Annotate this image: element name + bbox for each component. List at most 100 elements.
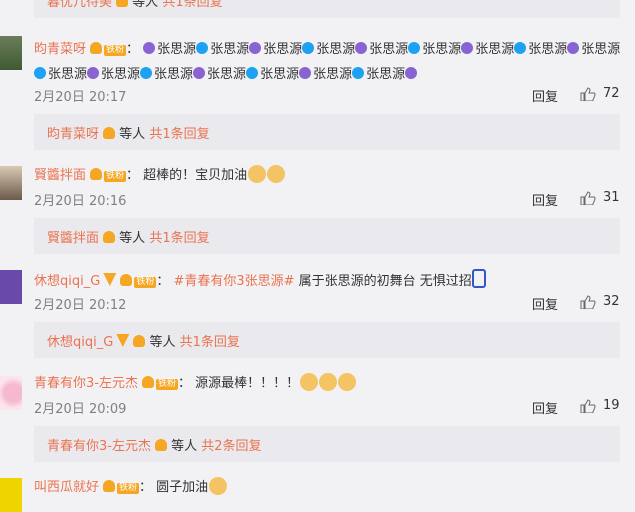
comment-token: 张思源: [422, 42, 462, 57]
purple-circle-icon: [143, 42, 156, 54]
thumbs-up-icon[interactable]: [580, 87, 596, 101]
comment-token: 张思源: [581, 42, 621, 57]
comment-content: 昀青菜呀 铁粉： 张思源 张思源 张思源 张思源 张思源 张思源 张思源 张思源 张思源张思源 张思…: [34, 42, 621, 82]
comment-user[interactable]: 賢醬拌面: [34, 168, 86, 183]
comment-time: 2月20日 20:12: [34, 298, 127, 313]
comment-token: 张思源: [207, 67, 247, 82]
avatar[interactable]: [0, 270, 22, 304]
purple-circle-icon: [355, 42, 368, 54]
purple-circle-icon: [193, 67, 206, 79]
avatar[interactable]: [0, 166, 22, 200]
comment-token: 张思源: [260, 67, 300, 82]
comment-token: 张思源: [316, 42, 356, 57]
comment-token: 张思源: [48, 67, 88, 82]
like-count: 32: [603, 294, 620, 309]
sub-reply-count[interactable]: 共1条回复: [162, 0, 222, 10]
comment-token: 张思源: [475, 42, 515, 57]
thumbs-up-icon[interactable]: [580, 191, 596, 205]
blue-circle-icon: [34, 67, 46, 79]
sub-reply-box: 賢醬拌面 等人 共1条回复: [34, 218, 620, 254]
comment-token: 张思源: [210, 42, 250, 57]
comment-content: 叫西瓜就好 铁粉： 圆子加油: [34, 477, 228, 498]
sub-reply-user[interactable]: 青春有你3-左元杰: [47, 439, 151, 454]
like-count: 19: [603, 398, 620, 413]
fist-emoji-icon: [209, 477, 228, 495]
reply-button[interactable]: 回复: [532, 86, 558, 105]
comment-time: 2月20日 20:16: [34, 194, 127, 209]
blue-circle-icon: [514, 42, 527, 54]
thumbs-up-icon[interactable]: [580, 295, 596, 309]
cheering-emoji-icon: [338, 373, 357, 391]
avatar[interactable]: [0, 478, 22, 512]
sub-reply-user[interactable]: 暮优几待美: [47, 0, 112, 10]
crown-icon: [103, 127, 116, 139]
blue-circle-icon: [408, 42, 421, 54]
blue-circle-icon: [246, 67, 259, 79]
blue-circle-icon: [352, 67, 365, 79]
fist-emoji-icon: [267, 165, 286, 183]
sub-reply-user[interactable]: 休想qiqi_G: [47, 335, 113, 350]
comment-token: 张思源: [366, 67, 406, 82]
sub-reply-box: 青春有你3-左元杰 等人 共2条回复: [34, 426, 620, 462]
reply-button[interactable]: 回复: [532, 190, 558, 209]
fan-badge: 铁粉: [155, 379, 178, 390]
bracket-emoji-icon: [471, 269, 486, 288]
crown-icon: [133, 335, 146, 347]
comment-token: 张思源: [157, 42, 197, 57]
like-count: 72: [603, 86, 620, 101]
comment-user[interactable]: 休想qiqi_G: [34, 274, 100, 289]
cheering-emoji-icon: [319, 373, 338, 391]
blue-circle-icon: [302, 42, 315, 54]
comment-text: 圆子加油: [156, 480, 209, 495]
sub-reply-and: 等人: [119, 231, 146, 246]
fan-badge: 铁粉: [134, 277, 157, 288]
crown-icon: [141, 376, 154, 388]
purple-circle-icon: [405, 67, 418, 79]
reply-button[interactable]: 回复: [532, 398, 558, 417]
sub-reply-box: 昀青菜呀 等人 共1条回复: [34, 114, 620, 150]
sub-reply-box: 休想qiqi_G 等人 共1条回复: [34, 322, 620, 358]
crown-icon: [116, 0, 129, 7]
fist-emoji-icon: [248, 165, 267, 183]
purple-circle-icon: [249, 42, 262, 54]
comment-user[interactable]: 青春有你3-左元杰: [34, 376, 138, 391]
crown-icon: [90, 168, 103, 180]
sub-reply-user[interactable]: 昀青菜呀: [47, 127, 99, 142]
fan-badge: 铁粉: [117, 483, 140, 494]
comment-user[interactable]: 昀青菜呀: [34, 42, 86, 57]
sub-reply-count[interactable]: 共1条回复: [149, 127, 209, 142]
comment-token: 张思源: [101, 67, 141, 82]
comment-content: 休想qiqi_G 铁粉： #青春有你3张思源# 属于张思源的初舞台 无惧过招: [34, 269, 486, 292]
crown-icon: [154, 439, 167, 451]
comment-time: 2月20日 20:09: [34, 402, 127, 417]
avatar[interactable]: [0, 376, 22, 410]
like-count: 31: [603, 190, 620, 205]
sub-reply-count[interactable]: 共1条回复: [149, 231, 209, 246]
sub-reply-and: 等人: [119, 127, 146, 142]
crown-icon: [90, 42, 103, 54]
comment-token: 张思源: [528, 42, 568, 57]
avatar[interactable]: [0, 36, 22, 70]
thumbs-up-icon[interactable]: [580, 399, 596, 413]
comment-text: 超棒的！宝贝加油: [143, 168, 248, 183]
comment-content: 賢醬拌面 铁粉： 超棒的！宝贝加油: [34, 165, 286, 186]
comment-text: 源源最棒！！！！: [195, 376, 300, 391]
sub-reply-user[interactable]: 賢醬拌面: [47, 231, 99, 246]
comment-token: 张思源: [263, 42, 303, 57]
crown-icon: [120, 274, 133, 286]
comment-text: 属于张思源的初舞台 无惧过招: [294, 274, 472, 289]
comment-user[interactable]: 叫西瓜就好: [34, 480, 99, 495]
reply-button[interactable]: 回复: [532, 294, 558, 313]
comment-content: 青春有你3-左元杰 铁粉： 源源最棒！！！！: [34, 373, 357, 394]
purple-circle-icon: [299, 67, 312, 79]
comment-token: 张思源: [369, 42, 409, 57]
sub-reply-and: 等人: [171, 439, 198, 454]
hashtag-link[interactable]: #青春有你3张思源#: [173, 274, 294, 289]
cheering-emoji-icon: [300, 373, 319, 391]
purple-circle-icon: [567, 42, 580, 54]
purple-circle-icon: [87, 67, 100, 79]
sub-reply-count[interactable]: 共1条回复: [180, 335, 240, 350]
crown-icon: [103, 480, 116, 492]
sub-reply-count[interactable]: 共2条回复: [201, 439, 261, 454]
fan-badge: 铁粉: [104, 45, 127, 56]
